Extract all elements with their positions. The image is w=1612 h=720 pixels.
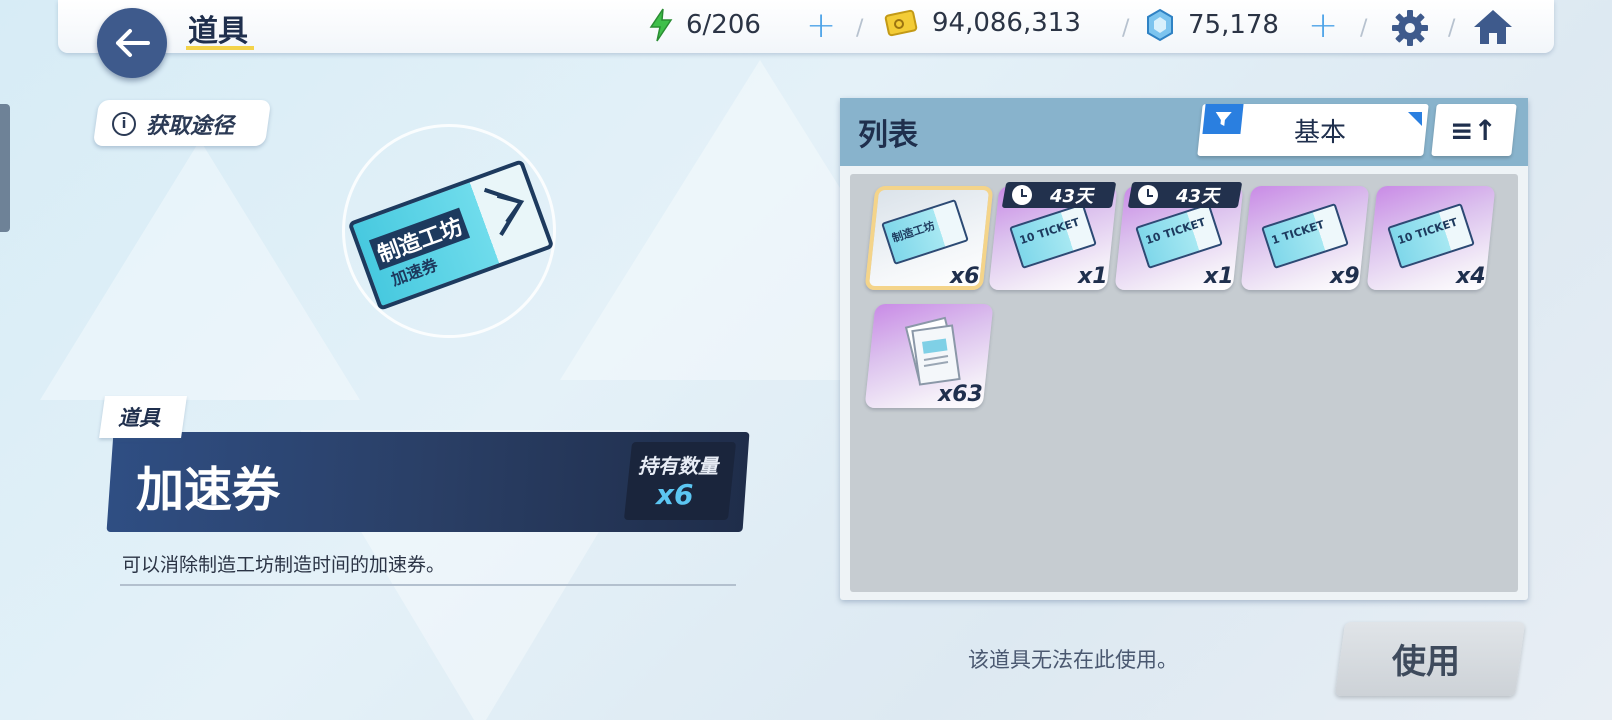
slot-ticket-text: 10 TICKET xyxy=(1143,215,1208,248)
item-name: 加速券 xyxy=(136,462,281,518)
crystal-value: 75,178 xyxy=(1188,10,1279,40)
slot-count: x4 xyxy=(1456,264,1486,289)
divider: / xyxy=(856,16,864,41)
gold-counter: 94,086,313 xyxy=(884,8,1081,38)
slot-ticket-text: 10 TICKET xyxy=(1395,215,1460,248)
acquisition-route-label: 获取途径 xyxy=(146,114,235,139)
divider: / xyxy=(1360,16,1368,41)
crystal-icon xyxy=(1147,8,1173,42)
info-icon: i xyxy=(112,112,136,136)
background-shape xyxy=(40,140,360,400)
description-divider xyxy=(120,584,736,586)
slot-ticket-text: 制造工坊 xyxy=(890,219,937,246)
slot-ticket-text: 10 TICKET xyxy=(1017,215,1082,248)
acquisition-route-label-group[interactable]: i 获取途径 xyxy=(112,108,234,140)
filter-icon-tab[interactable] xyxy=(1202,104,1244,134)
slot-count: x1 xyxy=(1078,264,1108,289)
filter-icon xyxy=(1215,112,1232,126)
unusable-message: 该道具无法在此使用。 xyxy=(968,648,1178,672)
slot-ticket-text: 1 TICKET xyxy=(1269,217,1326,248)
sort-order-icon[interactable]: ≡↑ xyxy=(1450,114,1497,147)
stamina-counter: 6/206 xyxy=(648,8,761,42)
dropdown-corner-icon xyxy=(1408,112,1422,126)
category-label: 道具 xyxy=(118,406,160,430)
owned-quantity-value: x6 xyxy=(656,478,694,511)
back-arrow-icon xyxy=(116,29,150,57)
stamina-value: 6/206 xyxy=(686,10,761,40)
list-title: 列表 xyxy=(858,118,918,153)
ticket-logo-icon xyxy=(483,187,525,236)
home-icon xyxy=(1474,10,1512,44)
add-stamina-button[interactable]: + xyxy=(806,8,836,44)
expiry-timer-badge: 43天 xyxy=(1127,182,1243,208)
document-stack-icon xyxy=(904,316,961,386)
expiry-days: 43天 xyxy=(1050,186,1094,207)
clock-icon xyxy=(1012,185,1032,205)
gold-card-icon xyxy=(884,9,918,37)
gear-icon xyxy=(1392,10,1428,46)
side-drawer-handle[interactable] xyxy=(0,104,10,232)
gold-value: 94,086,313 xyxy=(932,8,1081,38)
owned-quantity-label: 持有数量 xyxy=(638,454,718,478)
back-button[interactable] xyxy=(97,8,167,78)
add-crystal-button[interactable]: + xyxy=(1308,8,1338,44)
expiry-days: 43天 xyxy=(1176,186,1220,207)
divider: / xyxy=(1448,16,1456,41)
title-underline xyxy=(186,46,254,50)
expiry-timer-badge: 43天 xyxy=(1001,182,1117,208)
clock-icon xyxy=(1138,185,1158,205)
lightning-icon xyxy=(649,8,673,42)
item-description: 可以消除制造工坊制造时间的加速券。 xyxy=(122,554,446,576)
divider: / xyxy=(1122,16,1130,41)
slot-count: x9 xyxy=(1330,264,1360,289)
filter-label[interactable]: 基本 xyxy=(1294,112,1346,149)
slot-count: x1 xyxy=(1204,264,1234,289)
slot-count: x63 xyxy=(938,382,983,407)
home-button[interactable] xyxy=(1472,6,1514,52)
page-title: 道具 xyxy=(188,14,248,49)
slot-count: x6 xyxy=(950,264,980,289)
settings-button[interactable] xyxy=(1390,8,1430,52)
crystal-counter: 75,178 xyxy=(1146,8,1279,42)
use-button-label[interactable]: 使用 xyxy=(1392,634,1460,683)
